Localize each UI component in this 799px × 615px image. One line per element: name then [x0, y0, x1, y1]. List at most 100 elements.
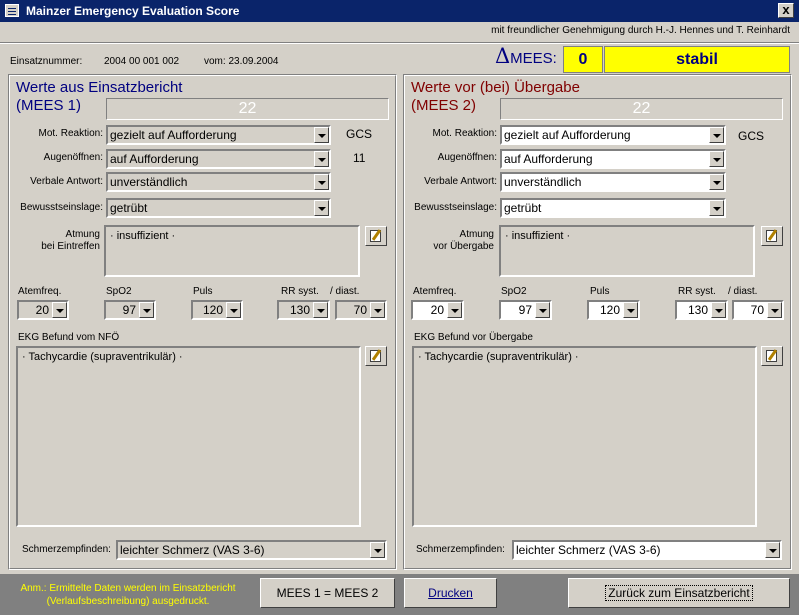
rr-syst-select[interactable]: 130 — [675, 300, 728, 320]
gcs-value: 11 — [353, 151, 366, 165]
dropdown-arrow-icon[interactable] — [314, 127, 329, 143]
case-number: 2004 00 001 002 — [104, 56, 180, 67]
rr-diast-label: / diast. — [330, 286, 360, 297]
puls-select[interactable]: 120 — [587, 300, 640, 320]
ekg-label: EKG Befund vom NFÖ — [18, 332, 120, 343]
augenoeffnen-label: Augenöffnen: — [43, 152, 103, 163]
atemfreq-select[interactable]: 20 — [411, 300, 464, 320]
schmerz-select[interactable]: leichter Schmerz (VAS 3-6) — [116, 540, 387, 560]
mees1-subtitle: (MEES 1) — [16, 97, 82, 114]
augenoeffnen-select[interactable]: auf Aufforderung — [106, 149, 331, 169]
rr-syst-select[interactable]: 130 — [277, 300, 330, 320]
mees2-score: 22 — [500, 98, 783, 120]
title-bar: Mainzer Emergency Evaluation Score x — [0, 0, 799, 22]
rr-syst-label: RR syst. — [281, 286, 319, 297]
atmung-label: Atmung — [459, 229, 494, 240]
dropdown-arrow-icon[interactable] — [711, 302, 726, 318]
bewusstseinslage-label: Bewusstseinslage: — [414, 202, 497, 213]
mees-status: stabil — [604, 46, 790, 73]
atmung-memo[interactable]: · insuffizient · — [499, 225, 755, 277]
back-to-report-button[interactable]: Zurück zum Einsatzbericht — [568, 578, 790, 608]
print-button[interactable]: Drucken — [404, 578, 497, 608]
case-number-label: Einsatznummer: — [10, 56, 83, 67]
edit-ekg-button[interactable] — [365, 346, 387, 366]
close-button[interactable]: x — [778, 3, 794, 18]
atemfreq-select[interactable]: 20 — [17, 300, 69, 320]
dropdown-arrow-icon[interactable] — [709, 127, 724, 143]
mot-reaktion-select[interactable]: gezielt auf Aufforderung — [106, 125, 331, 145]
mot-reaktion-select[interactable]: gezielt auf Aufforderung — [500, 125, 726, 145]
atemfreq-label: Atemfreq. — [18, 286, 62, 297]
mees1-title: Werte aus Einsatzbericht — [16, 79, 183, 96]
schmerz-label: Schmerzempfinden: — [416, 544, 505, 555]
edit-atmung-button[interactable] — [365, 226, 387, 246]
dropdown-arrow-icon[interactable] — [623, 302, 638, 318]
rr-diast-label: / diast. — [728, 286, 758, 297]
bewusstseinslage-label: Bewusstseinslage: — [20, 202, 103, 213]
dropdown-arrow-icon[interactable] — [447, 302, 462, 318]
spo2-label: SpO2 — [106, 286, 132, 297]
atmung-label: Atmung — [65, 229, 100, 240]
dropdown-arrow-icon[interactable] — [709, 174, 724, 190]
spo2-label: SpO2 — [501, 286, 527, 297]
verbale-antwort-label: Verbale Antwort: — [424, 176, 497, 187]
puls-label: Puls — [193, 286, 213, 297]
spo2-select[interactable]: 97 — [499, 300, 552, 320]
dropdown-arrow-icon[interactable] — [535, 302, 550, 318]
credit-text: mit freundlicher Genehmigung durch H.-J.… — [491, 25, 790, 36]
gcs-label: GCS — [738, 129, 765, 143]
atmung-sublabel: vor Übergabe — [433, 241, 494, 252]
dropdown-arrow-icon[interactable] — [226, 302, 241, 318]
verbale-antwort-select[interactable]: unverständlich — [106, 172, 331, 192]
schmerz-select[interactable]: leichter Schmerz (VAS 3-6) — [512, 540, 782, 560]
footer-note: Anm.: Ermittelte Daten werden im Einsatz… — [20, 583, 236, 607]
ekg-label: EKG Befund vor Übergabe — [414, 332, 533, 343]
augenoeffnen-select[interactable]: auf Aufforderung — [500, 149, 726, 169]
dropdown-arrow-icon[interactable] — [765, 542, 780, 558]
mot-reaktion-label: Mot. Reaktion: — [432, 128, 497, 139]
schmerz-label: Schmerzempfinden: — [22, 544, 111, 555]
rr-diast-select[interactable]: 70 — [335, 300, 387, 320]
rr-diast-select[interactable]: 70 — [732, 300, 784, 320]
form-icon — [5, 4, 19, 17]
puls-label: Puls — [590, 286, 610, 297]
dropdown-arrow-icon[interactable] — [313, 302, 328, 318]
copy-mees-button[interactable]: MEES 1 = MEES 2 — [260, 578, 395, 608]
dropdown-arrow-icon[interactable] — [139, 302, 154, 318]
dropdown-arrow-icon[interactable] — [370, 302, 385, 318]
delta-icon: Δ — [495, 44, 511, 68]
augenoeffnen-label: Augenöffnen: — [437, 152, 497, 163]
dropdown-arrow-icon[interactable] — [314, 151, 329, 167]
ekg-memo[interactable]: · Tachycardie (supraventrikulär) · — [412, 346, 757, 527]
dropdown-arrow-icon[interactable] — [370, 542, 385, 558]
mees2-subtitle: (MEES 2) — [411, 97, 477, 114]
rr-syst-label: RR syst. — [678, 286, 716, 297]
dropdown-arrow-icon[interactable] — [52, 302, 67, 318]
verbale-antwort-label: Verbale Antwort: — [30, 176, 103, 187]
case-date: vom: 23.09.2004 — [204, 56, 279, 67]
delta-mees-value: 0 — [563, 46, 603, 73]
mees2-title: Werte vor (bei) Übergabe — [411, 79, 580, 96]
mot-reaktion-label: Mot. Reaktion: — [38, 128, 103, 139]
atmung-sublabel: bei Eintreffen — [41, 241, 100, 252]
edit-atmung-button[interactable] — [761, 226, 783, 246]
spo2-select[interactable]: 97 — [104, 300, 156, 320]
dropdown-arrow-icon[interactable] — [709, 151, 724, 167]
dropdown-arrow-icon[interactable] — [709, 200, 724, 216]
bewusstseinslage-select[interactable]: getrübt — [106, 198, 331, 218]
mees1-score: 22 — [106, 98, 389, 120]
atemfreq-label: Atemfreq. — [413, 286, 457, 297]
puls-select[interactable]: 120 — [191, 300, 243, 320]
ekg-memo[interactable]: · Tachycardie (supraventrikulär) · — [16, 346, 361, 527]
gcs-label: GCS — [346, 127, 373, 141]
edit-ekg-button[interactable] — [761, 346, 783, 366]
delta-mees-label: ΔMEES: — [495, 44, 557, 68]
atmung-memo[interactable]: · insuffizient · — [104, 225, 360, 277]
bewusstseinslage-select[interactable]: getrübt — [500, 198, 726, 218]
verbale-antwort-select[interactable]: unverständlich — [500, 172, 726, 192]
dropdown-arrow-icon[interactable] — [314, 200, 329, 216]
window-title: Mainzer Emergency Evaluation Score — [26, 4, 240, 18]
dropdown-arrow-icon[interactable] — [314, 174, 329, 190]
dropdown-arrow-icon[interactable] — [767, 302, 782, 318]
divider — [0, 42, 799, 44]
